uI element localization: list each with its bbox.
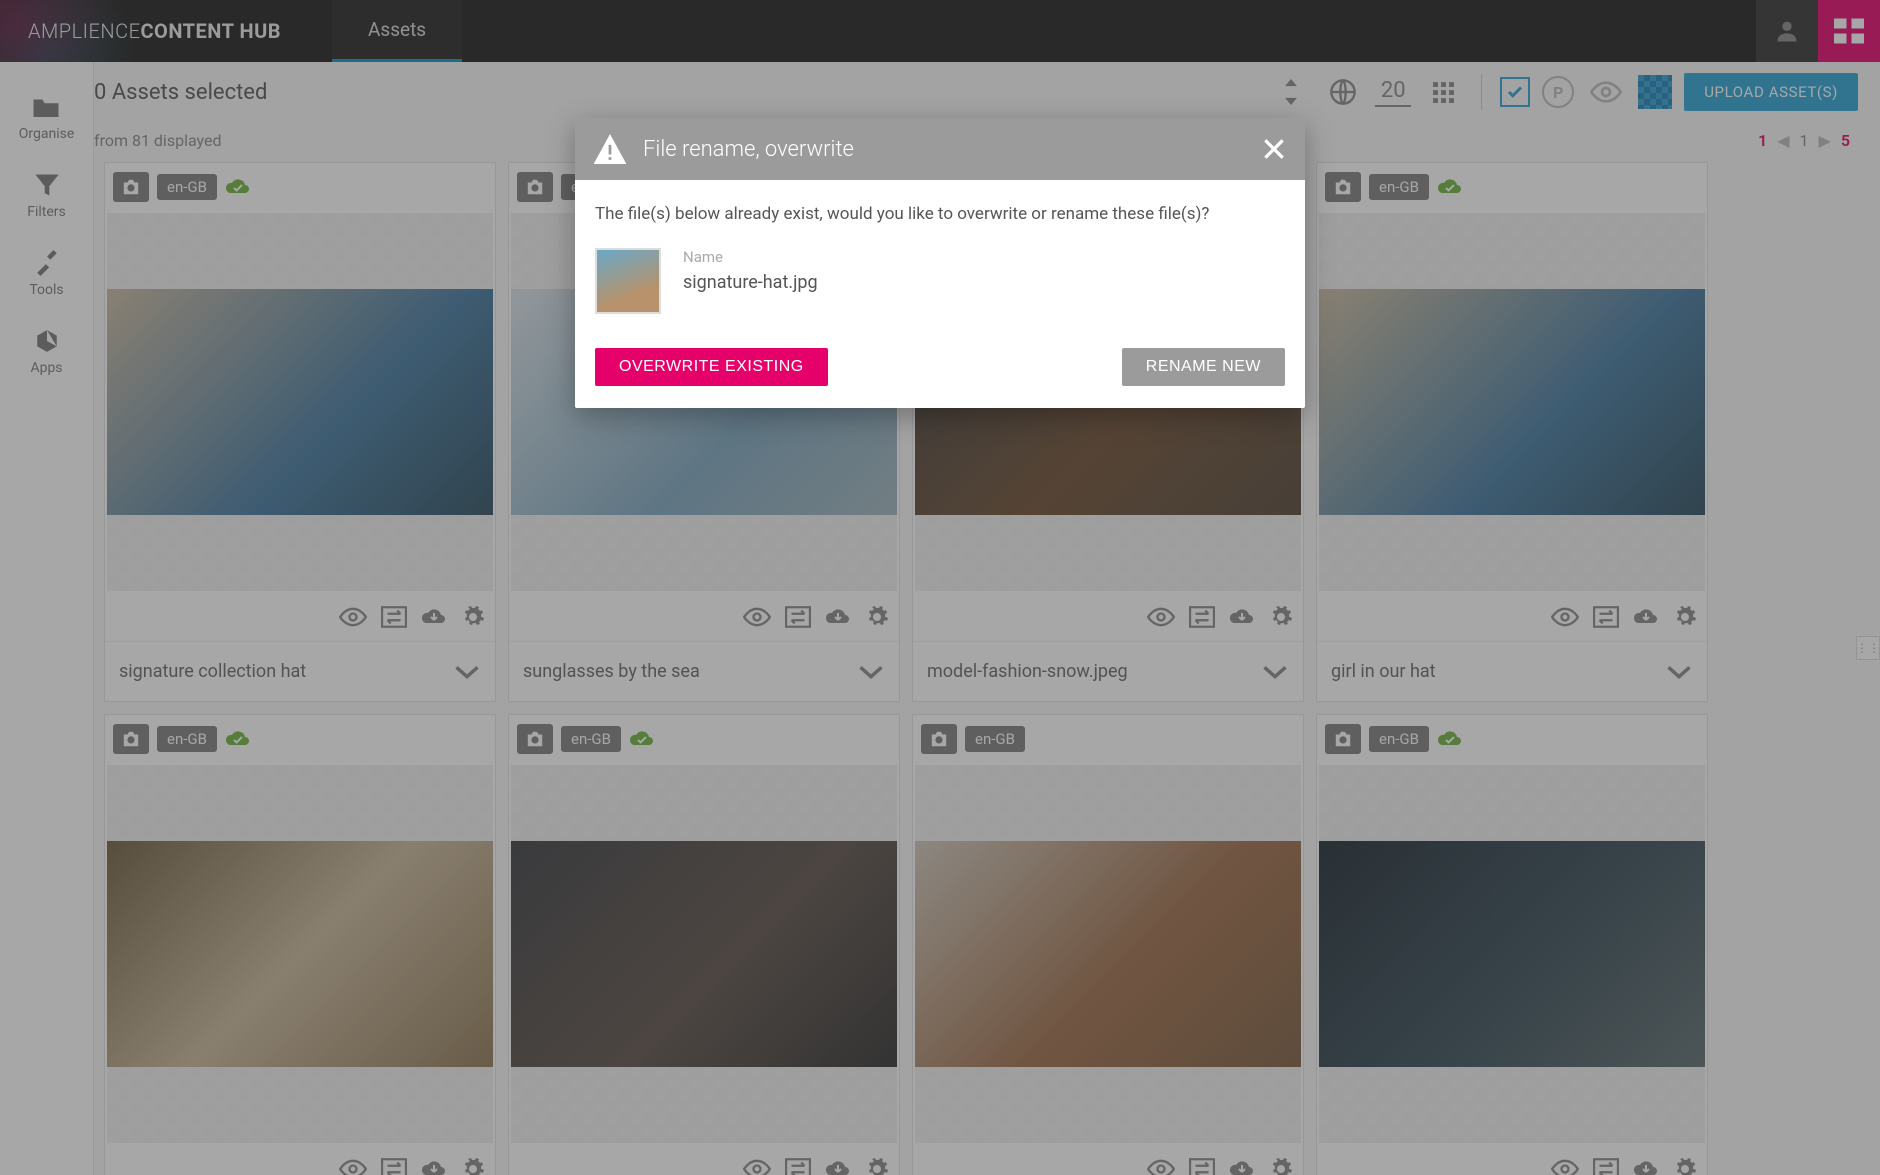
modal-body: The file(s) below already exist, would y… bbox=[575, 180, 1305, 348]
conflict-file-row: Name signature-hat.jpg bbox=[595, 248, 1285, 314]
overwrite-label: OVERWRITE EXISTING bbox=[619, 358, 804, 375]
file-name-label: Name bbox=[683, 248, 818, 266]
modal-header: File rename, overwrite bbox=[575, 118, 1305, 180]
file-name-value: signature-hat.jpg bbox=[683, 272, 818, 293]
modal-actions: OVERWRITE EXISTING RENAME NEW bbox=[575, 348, 1305, 408]
modal-close[interactable] bbox=[1261, 136, 1287, 162]
close-icon bbox=[1261, 136, 1287, 162]
modal-overlay[interactable]: File rename, overwrite The file(s) below… bbox=[0, 0, 1880, 1175]
rename-label: RENAME NEW bbox=[1146, 358, 1261, 375]
modal-message: The file(s) below already exist, would y… bbox=[595, 204, 1285, 224]
modal-title: File rename, overwrite bbox=[643, 137, 854, 162]
rename-button[interactable]: RENAME NEW bbox=[1122, 348, 1285, 386]
conflict-file-thumb bbox=[595, 248, 661, 314]
warning-icon bbox=[593, 134, 627, 164]
conflict-file-meta: Name signature-hat.jpg bbox=[683, 248, 818, 293]
file-rename-modal: File rename, overwrite The file(s) below… bbox=[575, 118, 1305, 408]
overwrite-button[interactable]: OVERWRITE EXISTING bbox=[595, 348, 828, 386]
